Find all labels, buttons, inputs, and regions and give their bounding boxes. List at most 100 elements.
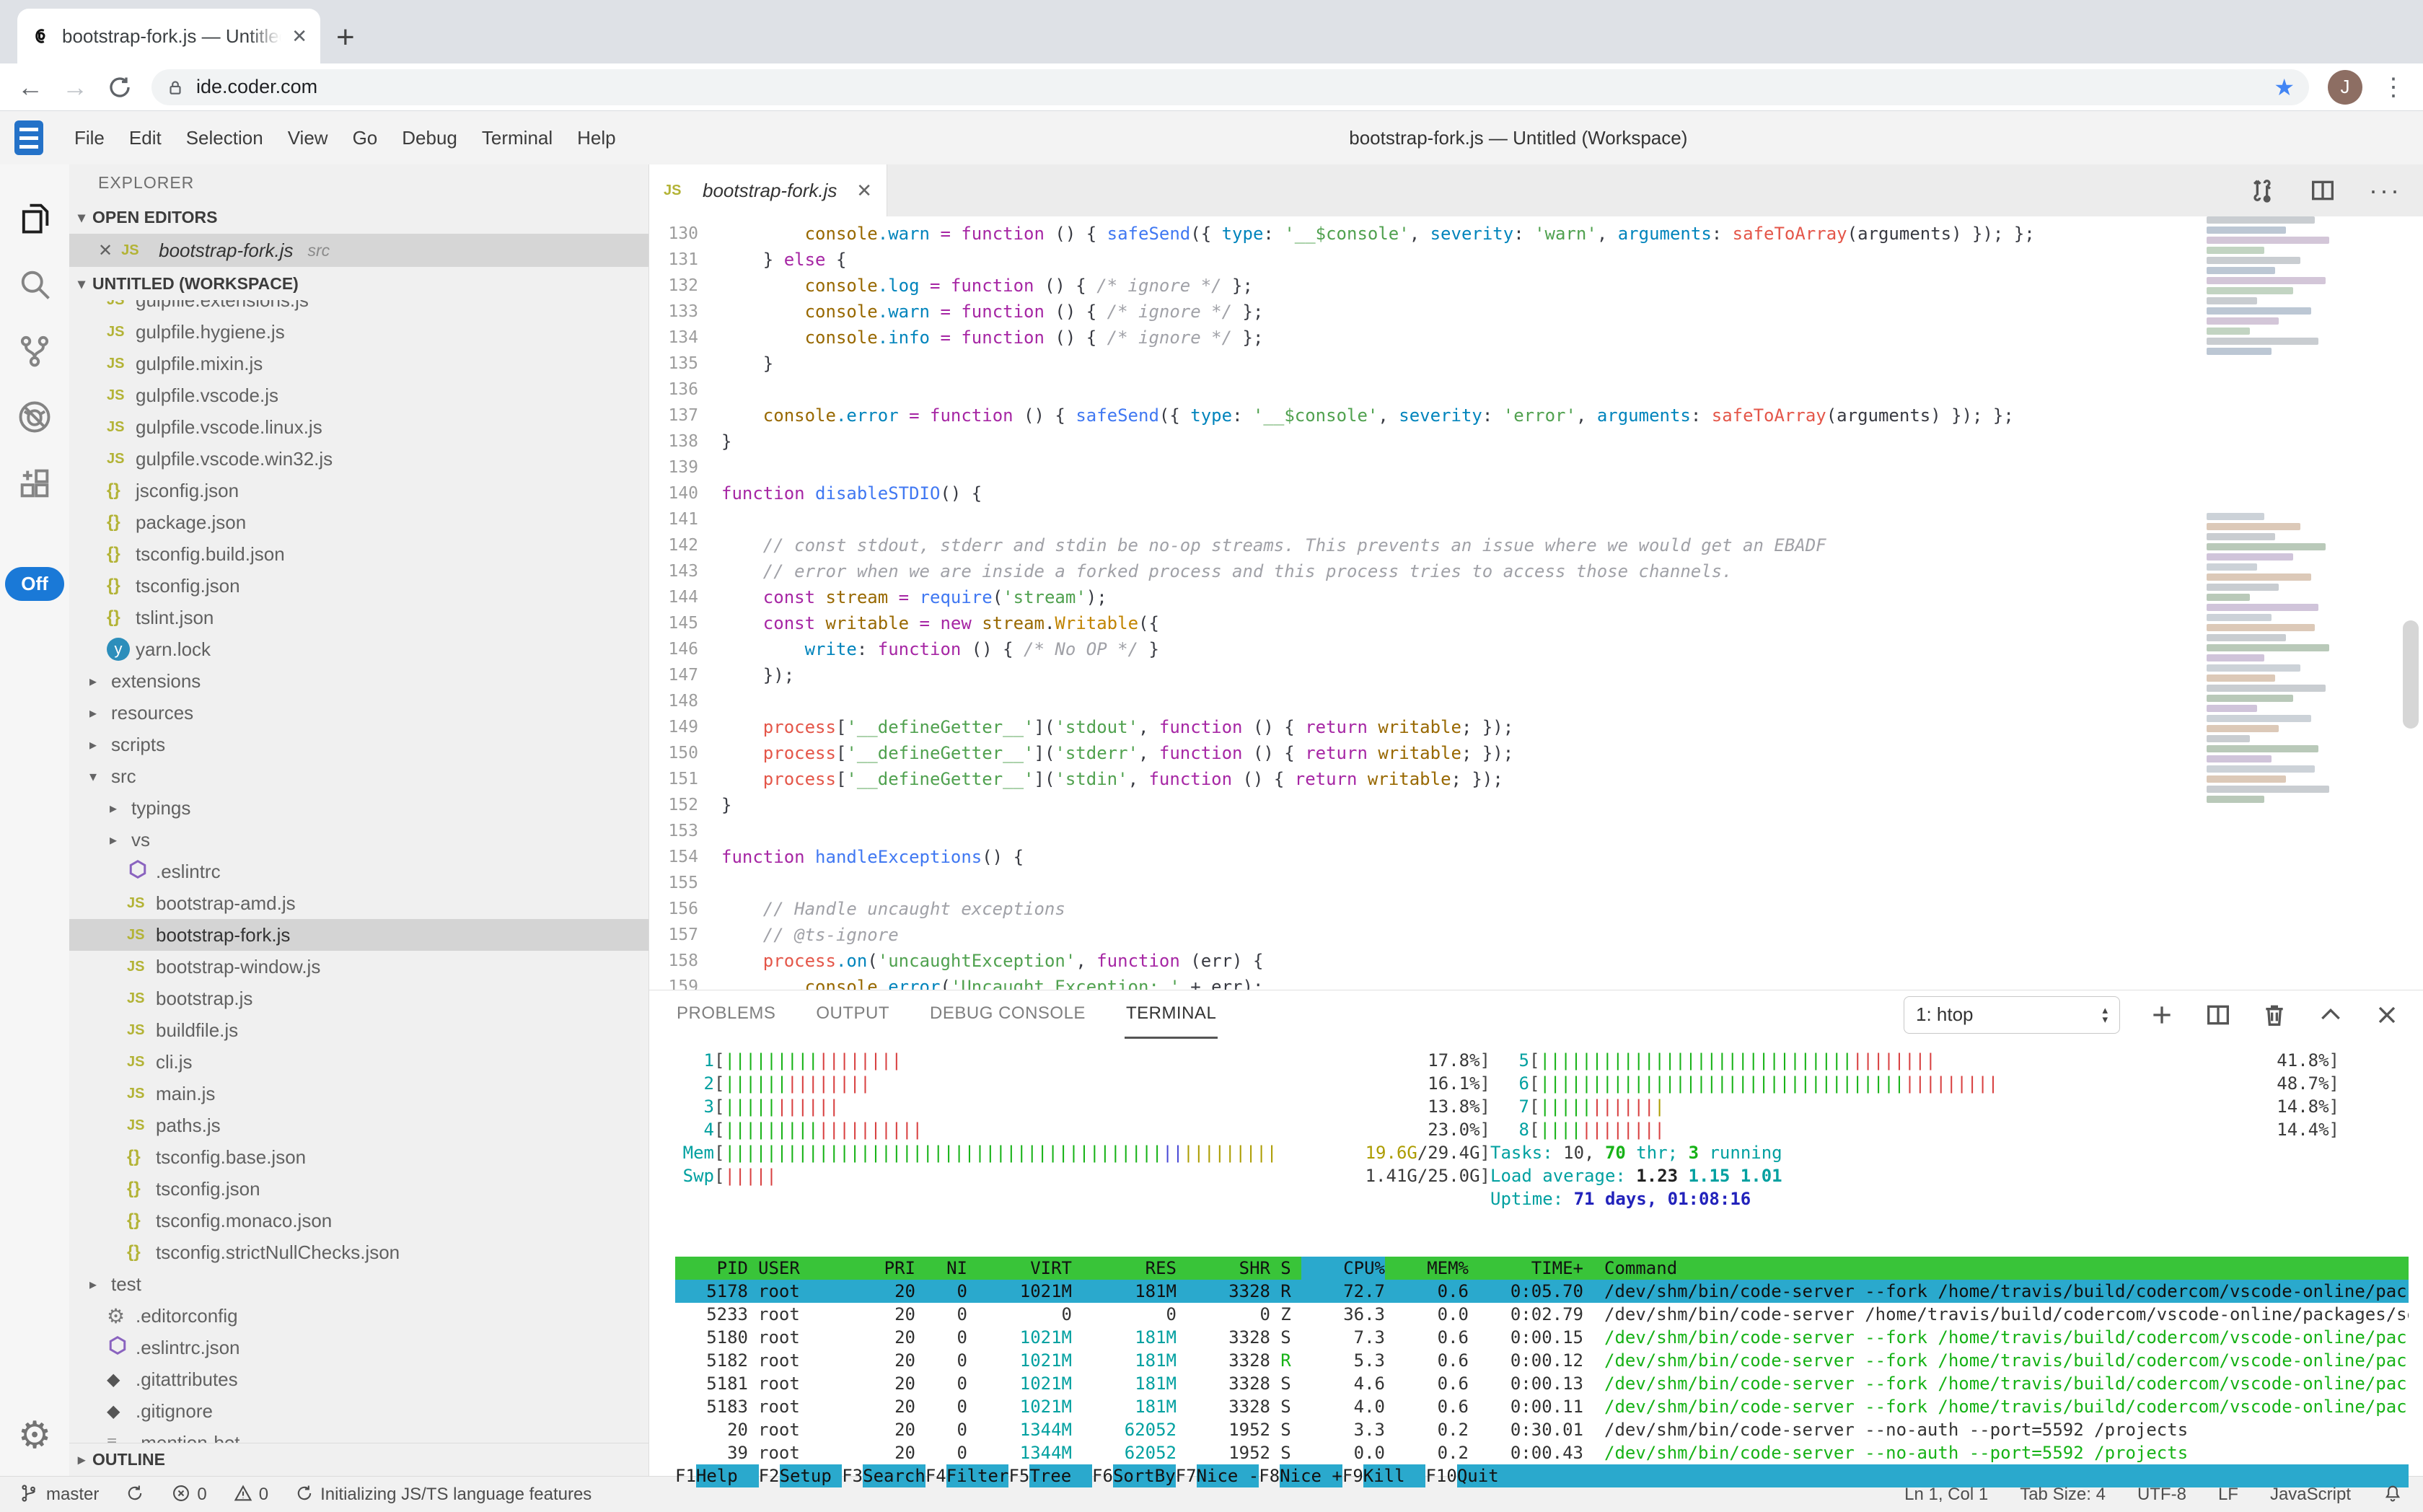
menu-item-terminal[interactable]: Terminal: [470, 127, 565, 149]
tree-file-gulpfile-hygiene-js[interactable]: JSgulpfile.hygiene.js: [69, 316, 648, 348]
activity-source-control-icon[interactable]: [0, 317, 69, 384]
panel-tab-debug-console[interactable]: DEBUG CONSOLE: [928, 990, 1087, 1039]
compare-changes-icon[interactable]: [2248, 176, 2277, 205]
status-bell[interactable]: [2383, 1483, 2403, 1506]
tree-file-bootstrap-window-js[interactable]: JSbootstrap-window.js: [69, 951, 648, 983]
fkey-f5[interactable]: F5Tree: [1008, 1464, 1092, 1487]
code-editor[interactable]: 130 console.warn = function () { safeSen…: [649, 216, 2423, 990]
tree-file-yarn-lock[interactable]: yyarn.lock: [69, 633, 648, 665]
settings-gear-icon[interactable]: ⚙: [18, 1414, 52, 1457]
tree-file-gulpfile-extensions-js[interactable]: JSgulpfile.extensions.js: [69, 300, 648, 316]
tree-file-bootstrap-amd-js[interactable]: JSbootstrap-amd.js: [69, 887, 648, 919]
more-actions-icon[interactable]: ···: [2369, 175, 2401, 206]
tree-file-bootstrap-js[interactable]: JSbootstrap.js: [69, 983, 648, 1014]
status-item-right-4[interactable]: JavaScript: [2270, 1485, 2351, 1505]
terminal-select[interactable]: 1: htop ▴▾: [1904, 996, 2120, 1034]
status-item-right-3[interactable]: LF: [2218, 1485, 2238, 1505]
maximize-panel-icon[interactable]: [2316, 1001, 2345, 1029]
activity-search-icon[interactable]: [0, 251, 69, 317]
open-editor-item[interactable]: ✕ JS bootstrap-fork.js src: [69, 234, 648, 267]
fkey-f3[interactable]: F3Search: [842, 1464, 925, 1487]
fkey-f4[interactable]: F4Filter: [925, 1464, 1009, 1487]
url-text[interactable]: ide.coder.com: [196, 76, 2262, 98]
status-branch[interactable]: master: [20, 1483, 99, 1506]
browser-tab[interactable]: bootstrap-fork.js — Untitled (V ✕: [17, 9, 320, 63]
tree-file-tsconfig-json[interactable]: {}tsconfig.json: [69, 570, 648, 602]
minimap[interactable]: [2207, 216, 2344, 990]
workspace-section[interactable]: ▾ UNTITLED (WORKSPACE): [69, 267, 648, 300]
status-error[interactable]: 0: [171, 1483, 206, 1506]
tree-file-tsconfig-build-json[interactable]: {}tsconfig.build.json: [69, 538, 648, 570]
process-row[interactable]: 20root2001344M620521952S3.30.20:30.01/de…: [675, 1418, 2409, 1441]
avatar[interactable]: J: [2328, 70, 2362, 105]
status-sync[interactable]: [125, 1483, 145, 1506]
fkey-f1[interactable]: F1Help: [675, 1464, 759, 1487]
panel-tab-output[interactable]: OUTPUT: [814, 990, 891, 1039]
process-row[interactable]: 5233root200000Z36.30.00:02.79/dev/shm/bi…: [675, 1303, 2409, 1326]
tree-file--editorconfig[interactable]: ⚙.editorconfig: [69, 1300, 648, 1332]
menu-item-go[interactable]: Go: [340, 127, 390, 149]
tree-folder-test[interactable]: ▸test: [69, 1268, 648, 1300]
tree-file-tsconfig-json[interactable]: {}tsconfig.json: [69, 1173, 648, 1205]
forward-icon[interactable]: →: [62, 72, 88, 102]
tree-file-gulpfile-vscode-js[interactable]: JSgulpfile.vscode.js: [69, 379, 648, 411]
menu-item-debug[interactable]: Debug: [390, 127, 470, 149]
back-icon[interactable]: ←: [17, 72, 43, 102]
new-tab-button[interactable]: +: [336, 22, 355, 53]
process-row[interactable]: 5180root2001021M181M3328S7.30.60:00.15/d…: [675, 1326, 2409, 1349]
fkey-f9[interactable]: F9Kill: [1342, 1464, 1426, 1487]
activity-explorer-icon[interactable]: [0, 185, 69, 251]
menu-item-selection[interactable]: Selection: [174, 127, 276, 149]
reload-icon[interactable]: [107, 74, 133, 100]
status-item-right-1[interactable]: Tab Size: 4: [2020, 1485, 2106, 1505]
status-item-right-2[interactable]: UTF-8: [2137, 1485, 2186, 1505]
tree-file--eslintrc[interactable]: .eslintrc: [69, 856, 648, 887]
tree-file--mention-bot[interactable]: ≡.mention-bot: [69, 1427, 648, 1443]
tree-file-gulpfile-vscode-win32-js[interactable]: JSgulpfile.vscode.win32.js: [69, 443, 648, 475]
close-icon[interactable]: ✕: [98, 240, 113, 261]
telemetry-off-badge[interactable]: Off: [5, 567, 64, 601]
fkey-f8[interactable]: F8Nice +: [1259, 1464, 1342, 1487]
process-row[interactable]: 5178root2001021M181M3328R72.70.60:05.70/…: [675, 1280, 2409, 1303]
tree-file-main-js[interactable]: JSmain.js: [69, 1078, 648, 1109]
tree-file-buildfile-js[interactable]: JSbuildfile.js: [69, 1014, 648, 1046]
kill-terminal-trash-icon[interactable]: [2260, 1001, 2289, 1029]
tree-file-bootstrap-fork-js[interactable]: JSbootstrap-fork.js: [69, 919, 648, 951]
split-editor-icon[interactable]: [2308, 176, 2337, 205]
status-warning[interactable]: 0: [233, 1483, 268, 1506]
menu-item-edit[interactable]: Edit: [117, 127, 174, 149]
tree-file-tsconfig-base-json[interactable]: {}tsconfig.base.json: [69, 1141, 648, 1173]
tree-file-jsconfig-json[interactable]: {}jsconfig.json: [69, 475, 648, 506]
tree-file-gulpfile-vscode-linux-js[interactable]: JSgulpfile.vscode.linux.js: [69, 411, 648, 443]
htop-table-header[interactable]: PIDUSERPRINIVIRTRESSHRSCPU%MEM%TIME+Comm…: [675, 1257, 2409, 1280]
tree-folder-typings[interactable]: ▸typings: [69, 792, 648, 824]
url-bar[interactable]: ide.coder.com ★: [151, 69, 2309, 105]
tree-file-package-json[interactable]: {}package.json: [69, 506, 648, 538]
status-spinner[interactable]: Initializing JS/TS language features: [294, 1483, 592, 1506]
menu-item-view[interactable]: View: [276, 127, 340, 149]
tree-file--gitattributes[interactable]: ◆.gitattributes: [69, 1363, 648, 1395]
panel-tab-problems[interactable]: PROBLEMS: [675, 990, 777, 1039]
close-tab-icon[interactable]: ✕: [291, 25, 307, 48]
app-logo-icon[interactable]: [14, 120, 43, 155]
activity-debug-off-icon[interactable]: [0, 384, 69, 450]
tree-folder-src[interactable]: ▾src: [69, 760, 648, 792]
process-row[interactable]: 39root2001344M620521952S0.00.20:00.43/de…: [675, 1441, 2409, 1464]
tree-file-cli-js[interactable]: JScli.js: [69, 1046, 648, 1078]
tree-file-tsconfig-monaco-json[interactable]: {}tsconfig.monaco.json: [69, 1205, 648, 1236]
tree-file--gitignore[interactable]: ◆.gitignore: [69, 1395, 648, 1427]
open-editors-section[interactable]: ▾ OPEN EDITORS: [69, 201, 648, 234]
terminal[interactable]: 1[|||||||||||||||||17.8%]2[|||||||||||||…: [649, 1039, 2423, 1487]
tree-folder-resources[interactable]: ▸resources: [69, 697, 648, 729]
new-terminal-icon[interactable]: [2147, 1001, 2176, 1029]
tree-file-gulpfile-mixin-js[interactable]: JSgulpfile.mixin.js: [69, 348, 648, 379]
split-terminal-icon[interactable]: [2204, 1001, 2233, 1029]
tree-file--eslintrc-json[interactable]: .eslintrc.json: [69, 1332, 648, 1363]
close-panel-icon[interactable]: [2373, 1001, 2401, 1029]
editor-tab[interactable]: JS bootstrap-fork.js ✕: [649, 164, 887, 216]
editor-scrollbar[interactable]: [2403, 620, 2419, 729]
bookmark-star-icon[interactable]: ★: [2274, 74, 2295, 101]
menu-item-help[interactable]: Help: [565, 127, 628, 149]
fkey-f7[interactable]: F7Nice -: [1176, 1464, 1259, 1487]
process-row[interactable]: 5182root2001021M181M3328R5.30.60:00.12/d…: [675, 1349, 2409, 1372]
